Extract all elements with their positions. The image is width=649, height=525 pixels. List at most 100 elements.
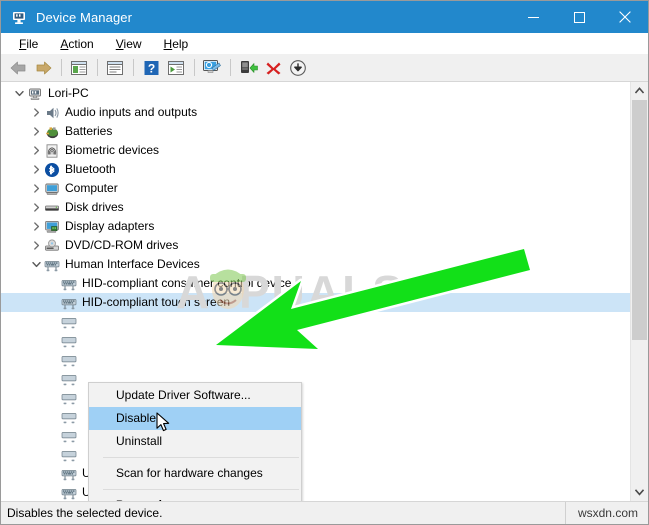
chevron-right-icon[interactable]: [28, 217, 44, 236]
tree-row-computer[interactable]: Computer: [1, 179, 630, 198]
bluetooth-icon: [44, 162, 60, 178]
main-pane: A PUALS Lori-PC Audio inputs and outputs…: [1, 82, 648, 501]
tree-row-label: DVD/CD-ROM drives: [65, 238, 179, 252]
scroll-up-arrow-icon[interactable]: [631, 82, 648, 99]
tree-row-label: Bluetooth: [65, 162, 116, 176]
hid-icon: [61, 371, 77, 387]
tree-row-label: Biometric devices: [65, 143, 160, 157]
close-button[interactable]: [602, 1, 648, 33]
site-watermark: wsxdn.com: [564, 502, 648, 524]
hid-icon: [61, 390, 77, 406]
chevron-down-icon[interactable]: [11, 84, 27, 103]
hid-icon: [61, 333, 77, 349]
minimize-button[interactable]: [510, 1, 556, 33]
uninstall-device-icon[interactable]: [261, 56, 285, 79]
context-menu-item-properties[interactable]: Properties: [89, 494, 301, 501]
dvd-drive-icon: [44, 238, 60, 254]
battery-icon: [44, 124, 60, 140]
hid-icon: [61, 409, 77, 425]
menu-item-view[interactable]: View: [107, 35, 151, 53]
scroll-down-arrow-icon[interactable]: [631, 484, 648, 501]
hid-icon: [61, 314, 77, 330]
computer-root-icon: [27, 86, 43, 102]
tree-row-label: Human Interface Devices: [65, 257, 200, 271]
properties-icon[interactable]: [103, 56, 127, 79]
chevron-right-icon[interactable]: [28, 198, 44, 217]
chevron-right-icon[interactable]: [28, 141, 44, 160]
monitor-icon: [44, 181, 60, 197]
device-tree[interactable]: A PUALS Lori-PC Audio inputs and outputs…: [1, 82, 630, 501]
context-menu-item-uninstall[interactable]: Uninstall: [89, 430, 301, 453]
tree-row-lori-pc[interactable]: Lori-PC: [1, 84, 630, 103]
svg-text:?: ?: [147, 61, 154, 75]
menu-item-help[interactable]: Help: [155, 35, 198, 53]
display-adapter-icon: [44, 219, 60, 235]
menu-item-action[interactable]: Action: [51, 35, 102, 53]
status-text: Disables the selected device.: [7, 506, 163, 520]
tree-row-label: Computer: [65, 181, 118, 195]
hid-icon: [61, 276, 77, 292]
context-menu-item-scan-for-hardware-changes[interactable]: Scan for hardware changes: [89, 462, 301, 485]
update-driver-icon[interactable]: [236, 56, 260, 79]
tree-row-label: HID-compliant consumer control device: [82, 276, 292, 290]
tree-row-label: HID-compliant touch screen: [82, 295, 231, 309]
maximize-button[interactable]: [556, 1, 602, 33]
hid-icon: [61, 352, 77, 368]
chevron-right-icon[interactable]: [28, 122, 44, 141]
window-controls: [510, 1, 648, 33]
tree-row-label: Audio inputs and outputs: [65, 105, 198, 119]
chevron-right-icon[interactable]: [28, 103, 44, 122]
fingerprint-icon: [44, 143, 60, 159]
tree-row-label: Lori-PC: [48, 86, 89, 100]
hid-icon: [61, 428, 77, 444]
hid-icon: [61, 447, 77, 463]
speaker-icon: [44, 105, 60, 121]
toolbar-separator: [230, 59, 231, 76]
tree-row-bluetooth[interactable]: Bluetooth: [1, 160, 630, 179]
context-menu-item-update-driver-software[interactable]: Update Driver Software...: [89, 384, 301, 407]
toolbar-separator: [133, 59, 134, 76]
tree-row-hid-obscured[interactable]: [1, 350, 630, 369]
scrollbar-thumb[interactable]: [632, 100, 647, 340]
chevron-right-icon[interactable]: [28, 160, 44, 179]
hid-icon: [61, 295, 77, 311]
back-icon[interactable]: [6, 56, 30, 79]
tree-row-display-adapters[interactable]: Display adapters: [1, 217, 630, 236]
show-hide-console-tree-icon[interactable]: [67, 56, 91, 79]
hid-icon: [61, 485, 77, 501]
tree-row-biometric[interactable]: Biometric devices: [1, 141, 630, 160]
tree-row-human-interface-devices[interactable]: Human Interface Devices: [1, 255, 630, 274]
context-menu-item-disable[interactable]: Disable: [89, 407, 301, 430]
title-bar: Device Manager: [1, 1, 648, 33]
disk-drive-icon: [44, 200, 60, 216]
disable-device-icon[interactable]: [286, 56, 310, 79]
forward-icon[interactable]: [31, 56, 55, 79]
action-menu-icon[interactable]: [164, 56, 188, 79]
chevron-right-icon[interactable]: [28, 179, 44, 198]
toolbar-separator: [97, 59, 98, 76]
tree-row-hid-obscured[interactable]: [1, 331, 630, 350]
context-menu-separator: [103, 489, 299, 490]
device-manager-icon: [10, 8, 28, 26]
tree-row-audio[interactable]: Audio inputs and outputs: [1, 103, 630, 122]
scan-for-hardware-changes-icon[interactable]: [200, 56, 224, 79]
hid-icon: [61, 466, 77, 482]
menu-item-file[interactable]: File: [10, 35, 47, 53]
chevron-down-icon[interactable]: [28, 255, 44, 274]
tree-row-batteries[interactable]: Batteries: [1, 122, 630, 141]
tree-row-hid-touch-screen[interactable]: HID-compliant touch screen: [1, 293, 630, 312]
toolbar-separator: [61, 59, 62, 76]
tree-row-dvd-drives[interactable]: DVD/CD-ROM drives: [1, 236, 630, 255]
mouse-cursor: [156, 412, 172, 437]
vertical-scrollbar[interactable]: [630, 82, 648, 501]
context-menu[interactable]: Update Driver Software... Disable Uninst…: [88, 382, 302, 501]
tree-row-label: Disk drives: [65, 200, 124, 214]
tree-row-label: Display adapters: [65, 219, 155, 233]
tree-row-hid-consumer-control[interactable]: HID-compliant consumer control device: [1, 274, 630, 293]
status-bar: Disables the selected device. wsxdn.com: [1, 501, 648, 524]
help-icon[interactable]: ?: [139, 56, 163, 79]
hid-icon: [44, 257, 60, 273]
tree-row-disk-drives[interactable]: Disk drives: [1, 198, 630, 217]
chevron-right-icon[interactable]: [28, 236, 44, 255]
tree-row-hid-obscured[interactable]: [1, 312, 630, 331]
